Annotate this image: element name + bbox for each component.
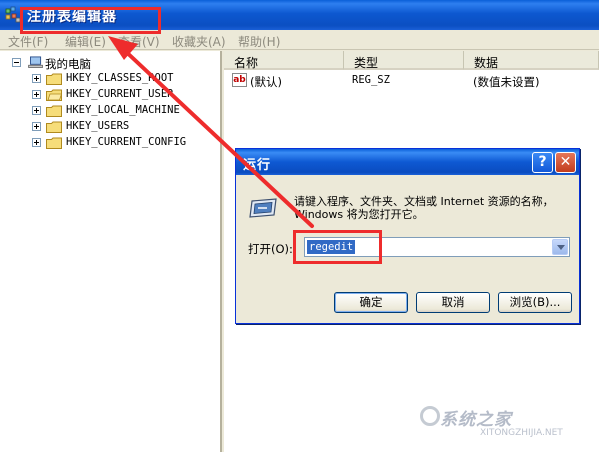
collapse-icon[interactable] [12, 58, 21, 67]
tree-item-label: HKEY_CURRENT_CONFIG [66, 136, 187, 148]
list-item[interactable]: ab (默认) REG_SZ (数值未设置) [224, 72, 599, 89]
expand-icon[interactable] [32, 122, 41, 131]
input-highlight-box [293, 230, 382, 264]
watermark-text: 系统之家 [440, 410, 512, 430]
folder-icon [46, 121, 62, 133]
menu-view[interactable]: 查看(V) [118, 33, 160, 50]
help-button[interactable]: ? [532, 152, 553, 173]
column-header-type[interactable]: 类型 [344, 51, 464, 70]
run-dialog: 运行 ? ✕ 请键入程序、文件夹、文档或 Internet 资源的名称，Wind… [235, 148, 580, 324]
cancel-button[interactable]: 取消 [416, 292, 490, 313]
computer-icon [28, 56, 43, 68]
tree-root-label: 我的电脑 [45, 57, 91, 71]
tree-item-label: HKEY_CURRENT_USER [66, 88, 174, 100]
close-button[interactable]: ✕ [555, 152, 576, 173]
title-highlight-box [20, 7, 161, 34]
tree-item-label: HKEY_LOCAL_MACHINE [66, 104, 180, 116]
value-name: (默认) [250, 75, 282, 89]
expand-icon[interactable] [32, 106, 41, 115]
column-header-name[interactable]: 名称 [224, 51, 344, 70]
menu-favorites[interactable]: 收藏夹(A) [172, 33, 226, 50]
string-value-icon: ab [232, 73, 247, 87]
menu-edit[interactable]: 编辑(E) [65, 33, 106, 50]
watermark-url: XITONGZHIJIA.NET [480, 428, 563, 438]
tree-item-label: HKEY_USERS [66, 120, 130, 132]
browse-button[interactable]: 浏览(B)... [498, 292, 572, 313]
ok-button[interactable]: 确定 [334, 292, 408, 313]
open-label: 打开(O): [248, 242, 293, 256]
value-type: REG_SZ [352, 74, 390, 86]
run-dialog-title: 运行 [243, 158, 272, 173]
chevron-down-icon[interactable] [552, 239, 568, 255]
run-dialog-title-bar[interactable]: 运行 ? ✕ [236, 149, 579, 175]
tree-item-label: HKEY_CLASSES_ROOT [66, 72, 174, 84]
run-program-icon [249, 198, 277, 218]
menu-file[interactable]: 文件(F) [8, 33, 48, 50]
value-data: (数值未设置) [473, 75, 540, 89]
run-dialog-description: 请键入程序、文件夹、文档或 Internet 资源的名称，Windows 将为您… [294, 195, 554, 221]
expand-icon[interactable] [32, 90, 41, 99]
watermark-logo-icon [420, 406, 440, 426]
folder-icon [46, 73, 62, 85]
registry-tree[interactable]: 我的电脑 HKEY_CLASSES_ROOT HKEY_CURRENT_USER… [0, 51, 222, 452]
menu-help[interactable]: 帮助(H) [238, 33, 280, 50]
open-folder-icon [46, 89, 62, 101]
folder-icon [46, 105, 62, 117]
column-header-data[interactable]: 数据 [464, 51, 599, 70]
expand-icon[interactable] [32, 138, 41, 147]
expand-icon[interactable] [32, 74, 41, 83]
folder-icon [46, 137, 62, 149]
